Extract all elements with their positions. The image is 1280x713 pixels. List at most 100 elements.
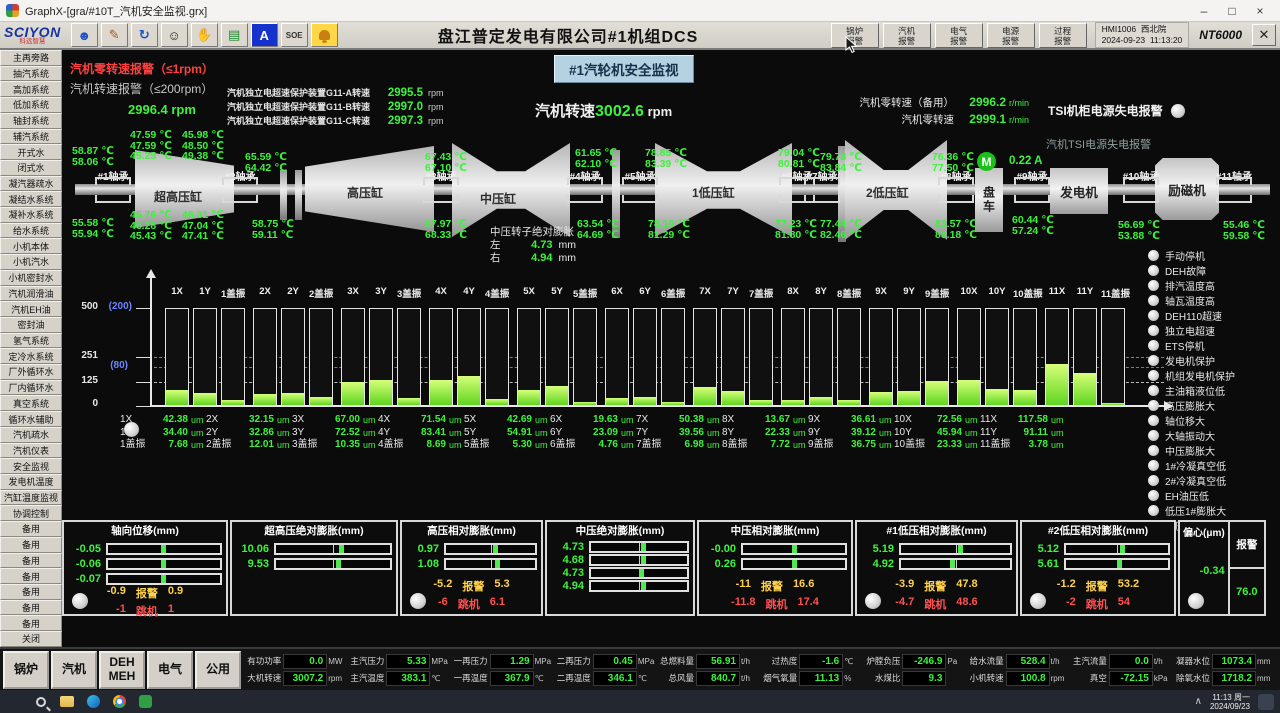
sidebar-item-10[interactable]: 凝结水系统 <box>0 191 62 207</box>
value-label: 4Y <box>378 427 408 440</box>
sidebar-item-30[interactable]: 协调控制 <box>0 505 62 521</box>
sidebar-item-2[interactable]: 抽汽系统 <box>0 66 62 82</box>
sidebar-item-4[interactable]: 低加系统 <box>0 97 62 113</box>
dcs-app-icon[interactable] <box>136 693 154 711</box>
taskbar-clock[interactable]: 11:13 周一 2024/09/23 <box>1210 693 1250 711</box>
sidebar-item-12[interactable]: 给水系统 <box>0 223 62 239</box>
temp-value: 81.29 ℃ <box>648 230 690 241</box>
soe-icon[interactable]: SOE <box>281 23 308 47</box>
gauge-bar[interactable] <box>106 558 222 570</box>
toolbar-close-button[interactable]: ✕ <box>1252 24 1276 46</box>
sidebar-item-26[interactable]: 汽机仪表 <box>0 443 62 459</box>
gauge-midline <box>333 545 334 553</box>
gauge-bar[interactable] <box>589 567 689 579</box>
gauge-bar[interactable] <box>274 543 392 555</box>
minimize-button[interactable]: – <box>1190 1 1218 21</box>
sidebar-item-34[interactable]: 备用 <box>0 568 62 584</box>
search-icon[interactable] <box>32 693 50 711</box>
alarm-button-5[interactable]: 过程报警 <box>1039 23 1087 48</box>
sidebar-item-27[interactable]: 安全监视 <box>0 458 62 474</box>
alarm-button-3[interactable]: 电气报警 <box>935 23 983 48</box>
alarm-button-4[interactable]: 电源报警 <box>987 23 1035 48</box>
gauge-bar[interactable] <box>444 558 537 570</box>
tab-2[interactable]: 汽机 <box>51 651 97 689</box>
hand-icon[interactable]: ✋ <box>191 23 218 47</box>
sidebar-item-36[interactable]: 备用 <box>0 600 62 616</box>
sidebar-item-18[interactable]: 密封油 <box>0 317 62 333</box>
face-icon[interactable]: ☺ <box>161 23 188 47</box>
sidebar-item-31[interactable]: 备用 <box>0 521 62 537</box>
gauge-bar[interactable] <box>899 543 1012 555</box>
sidebar-item-35[interactable]: 备用 <box>0 584 62 600</box>
bar-group-3 <box>341 308 421 406</box>
sidebar-item-29[interactable]: 汽缸温度监视 <box>0 490 62 506</box>
alarm-item-15: 1#冷凝真空低 <box>1148 458 1276 473</box>
history-icon[interactable]: ↻ <box>131 23 158 47</box>
users-icon[interactable]: ☻ <box>71 23 98 47</box>
sidebar-item-33[interactable]: 备用 <box>0 553 62 569</box>
maximize-button[interactable]: □ <box>1218 1 1246 21</box>
sidebar-item-22[interactable]: 厂内循环水 <box>0 380 62 396</box>
edge-browser-icon[interactable] <box>84 693 102 711</box>
chrome-browser-icon[interactable] <box>110 693 128 711</box>
sidebar-item-37[interactable]: 备用 <box>0 615 62 631</box>
sidebar-item-1[interactable]: 主再旁路 <box>0 50 62 66</box>
file-explorer-icon[interactable] <box>58 693 76 711</box>
tray-expand-icon[interactable]: ∧ <box>1195 696 1202 707</box>
value-label: 4盖振 <box>378 439 408 452</box>
sidebar-item-3[interactable]: 高加系统 <box>0 81 62 97</box>
alarm-item-5: DEH110超速 <box>1148 308 1276 323</box>
sidebar-item-28[interactable]: 发电机温度 <box>0 474 62 490</box>
gauge-bar[interactable] <box>899 558 1012 570</box>
gauge-bar[interactable] <box>106 543 222 555</box>
sidebar-item-8[interactable]: 闭式水 <box>0 160 62 176</box>
sidebar-item-16[interactable]: 汽机润滑油 <box>0 286 62 302</box>
sidebar-item-11[interactable]: 凝补水系统 <box>0 207 62 223</box>
alarm-button-2[interactable]: 汽机报警 <box>883 23 931 48</box>
alarm-bell-icon[interactable] <box>311 23 338 47</box>
gauge-bar[interactable] <box>589 580 689 592</box>
value-row: 8盖振7.72um <box>722 439 808 452</box>
gauge-bar[interactable] <box>444 543 537 555</box>
gauge-bar[interactable] <box>106 573 222 585</box>
gauge-bar[interactable] <box>1064 543 1170 555</box>
alarm-item-label: 独立电超速 <box>1165 323 1215 338</box>
gauge-bar[interactable] <box>274 558 392 570</box>
sidebar-item-13[interactable]: 小机本体 <box>0 238 62 254</box>
notification-icon[interactable] <box>1258 694 1274 710</box>
sidebar-item-7[interactable]: 开式水 <box>0 144 62 160</box>
gauge-bar[interactable] <box>741 543 847 555</box>
tab-5[interactable]: 公用 <box>195 651 241 689</box>
close-button[interactable]: × <box>1246 1 1274 21</box>
gauge-bar[interactable] <box>589 541 689 553</box>
palette-icon[interactable]: ✎ <box>101 23 128 47</box>
sidebar-item-24[interactable]: 循环水辅助 <box>0 411 62 427</box>
gauge-bar[interactable] <box>741 558 847 570</box>
gauge-bar[interactable] <box>1064 558 1170 570</box>
sidebar-item-15[interactable]: 小机密封水 <box>0 270 62 286</box>
sidebar-item-9[interactable]: 凝汽器疏水 <box>0 176 62 192</box>
sidebar-item-17[interactable]: 汽机EH油 <box>0 301 62 317</box>
sidebar-item-6[interactable]: 辅汽系统 <box>0 129 62 145</box>
sidebar-item-5[interactable]: 轴封系统 <box>0 113 62 129</box>
gauge-bar[interactable] <box>589 554 689 566</box>
bar-group-10 <box>957 308 1037 406</box>
soe-icon-glyph: SOE <box>286 31 303 40</box>
tab-3[interactable]: DEHMEH <box>99 651 145 689</box>
sidebar-item-14[interactable]: 小机汽水 <box>0 254 62 270</box>
sidebar-item-23[interactable]: 真空系统 <box>0 395 62 411</box>
sidebar-item-20[interactable]: 定冷水系统 <box>0 348 62 364</box>
sidebar-item-21[interactable]: 厂外循环水 <box>0 364 62 380</box>
sidebar-item-32[interactable]: 备用 <box>0 537 62 553</box>
alarm-item-label: 1#冷凝真空低 <box>1165 458 1226 473</box>
font-icon[interactable]: A <box>251 23 278 47</box>
cards-icon[interactable]: ▤ <box>221 23 248 47</box>
sidebar-item-19[interactable]: 氢气系统 <box>0 333 62 349</box>
trip-low: -2 <box>1066 596 1076 612</box>
start-button-icon[interactable] <box>6 693 24 711</box>
trip-limits: -11.8跳机17.4 <box>703 596 847 612</box>
sidebar-item-38[interactable]: 关闭 <box>0 631 62 647</box>
sidebar-item-25[interactable]: 汽机疏水 <box>0 427 62 443</box>
tab-1[interactable]: 锅炉 <box>3 651 49 689</box>
tab-4[interactable]: 电气 <box>147 651 193 689</box>
